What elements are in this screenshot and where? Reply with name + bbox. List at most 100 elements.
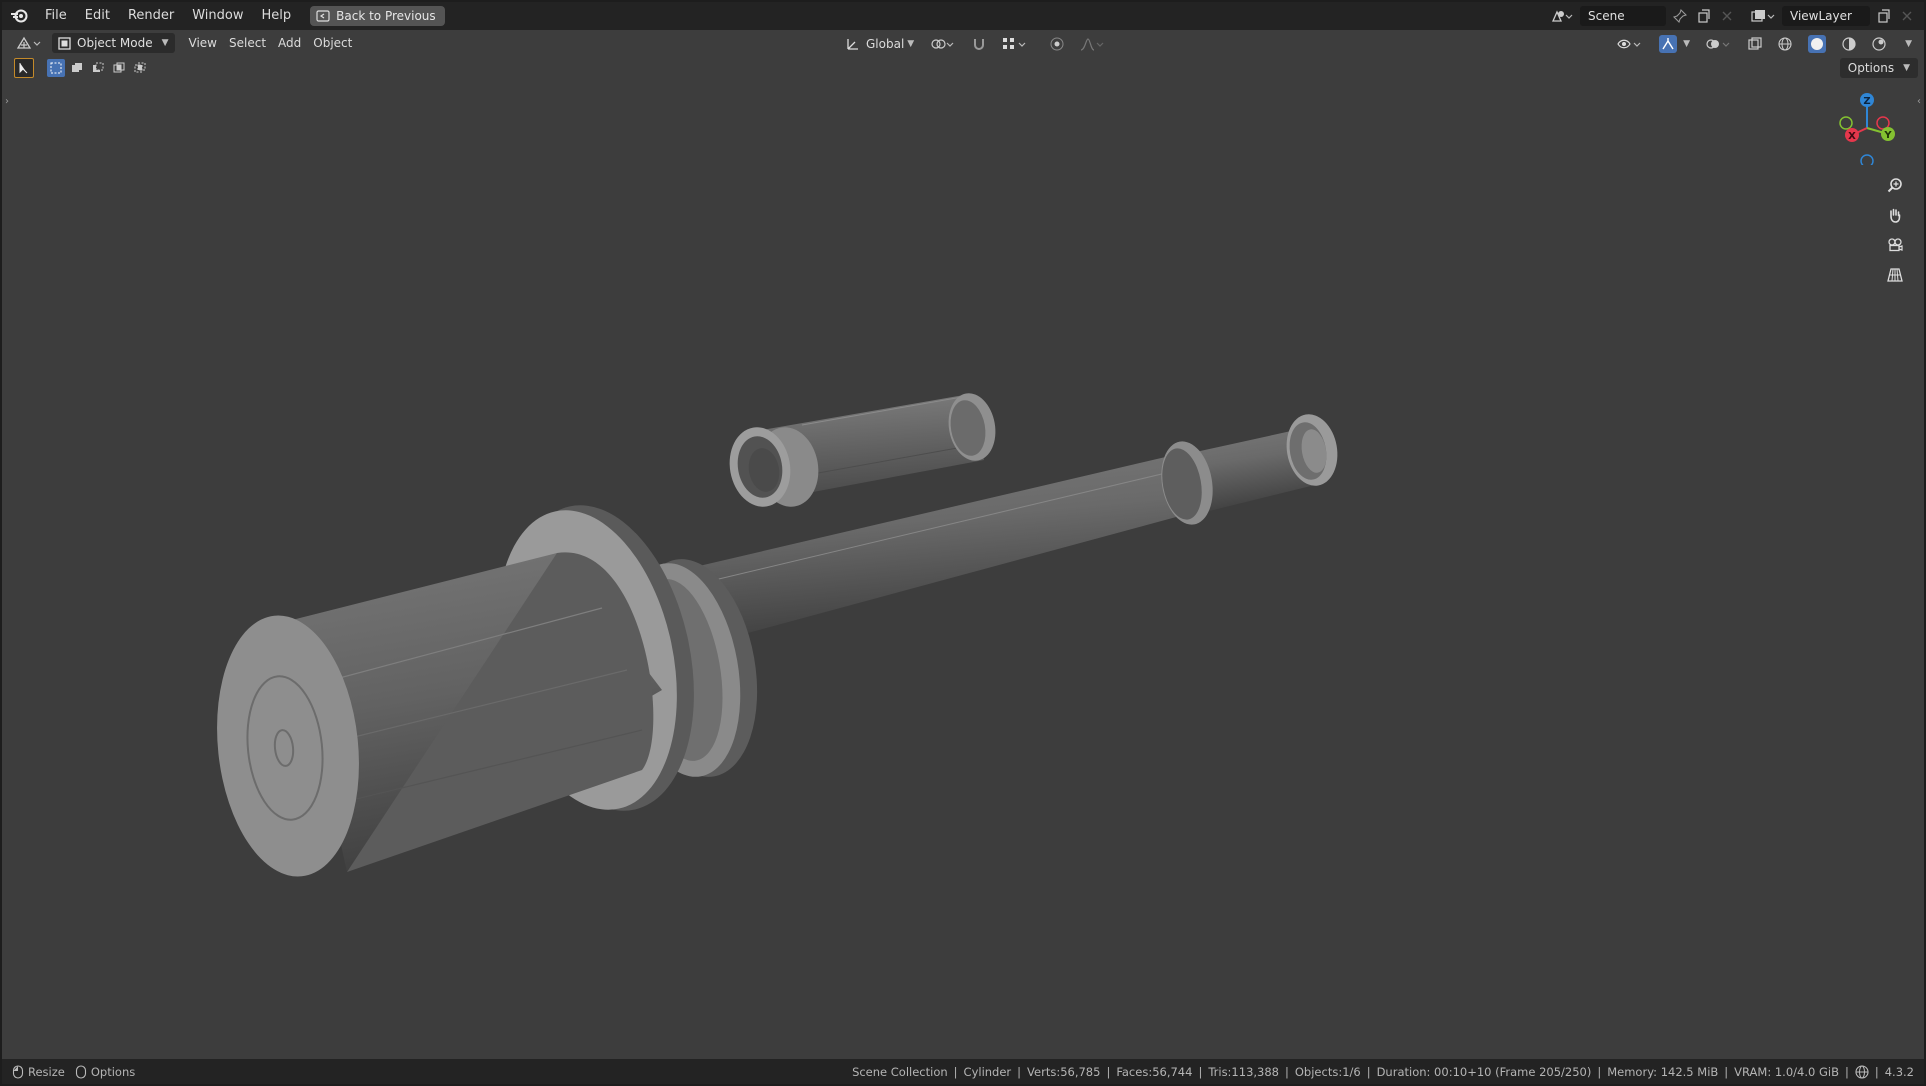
- blender-logo-icon[interactable]: [2, 9, 36, 23]
- pin-scene-icon[interactable]: [1670, 6, 1690, 26]
- 3d-viewport[interactable]: Object Mode ▼ View Select Add Object Glo…: [2, 30, 1924, 1059]
- snap-target-icon[interactable]: [996, 33, 1034, 55]
- pan-hand-icon[interactable]: [1884, 204, 1906, 226]
- chevron-down-icon: ▼: [1683, 39, 1691, 49]
- status-bar: Resize Options Scene Collection | Cylinde…: [2, 1059, 1924, 1084]
- menu-render[interactable]: Render: [119, 2, 183, 30]
- chevron-down-icon: ▼: [161, 38, 169, 48]
- collection-name: Scene Collection: [852, 1064, 948, 1079]
- scene-browse-icon[interactable]: [1548, 6, 1576, 26]
- object-mode-icon: [58, 36, 71, 50]
- objects-count: Objects:1/6: [1294, 1064, 1361, 1079]
- chevron-down-icon: ▼: [1903, 63, 1910, 73]
- scene-statistics: Scene Collection | Cylinder | Verts:56,785…: [852, 1064, 1914, 1079]
- scene-name-field[interactable]: Scene: [1580, 6, 1666, 26]
- options-dropdown[interactable]: Options ▼: [1839, 58, 1918, 78]
- faces-count: Faces:56,744: [1116, 1064, 1193, 1079]
- menu-edit[interactable]: Edit: [76, 2, 119, 30]
- mouse-right-icon: [75, 1064, 87, 1079]
- select-difference-mode-icon[interactable]: [110, 59, 128, 77]
- options-hint-label: Options: [90, 1064, 136, 1079]
- viewlayer-name-value: ViewLayer: [1790, 9, 1852, 23]
- new-viewlayer-icon[interactable]: [1874, 6, 1894, 26]
- chevron-down-icon: ▼: [907, 39, 915, 49]
- xray-toggle-icon[interactable]: [1742, 33, 1768, 55]
- neg-z-axis-handle: [1860, 154, 1874, 165]
- object-mode-dropdown[interactable]: Object Mode ▼: [52, 33, 175, 53]
- navigation-gizmo[interactable]: Z Y X: [1832, 90, 1902, 165]
- tool-settings-row: [14, 58, 149, 78]
- vram-usage: VRAM: 1.0/4.0 GiB: [1734, 1064, 1839, 1079]
- toolbar-expand-icon[interactable]: ›: [5, 96, 9, 107]
- memory-usage: Memory: 142.5 MiB: [1607, 1064, 1719, 1079]
- chevron-down-icon: ▼: [1905, 39, 1912, 49]
- menu-add[interactable]: Add: [272, 32, 307, 54]
- active-object-name: Cylinder: [963, 1064, 1012, 1079]
- status-hints: Resize Options: [2, 1065, 135, 1079]
- gizmo-toggle-icon[interactable]: ▼: [1653, 33, 1696, 55]
- delete-viewlayer-icon[interactable]: [1898, 6, 1916, 26]
- options-label: Options: [1847, 61, 1895, 75]
- scene-viewlayer-controls: Scene ViewLayer: [1548, 6, 1916, 26]
- duration-info: Duration: 00:10+10 (Frame 205/250): [1376, 1064, 1592, 1079]
- scope-tube[interactable]: [724, 390, 1001, 512]
- orientation-icon: [846, 37, 860, 51]
- camera-view-icon[interactable]: [1884, 234, 1906, 256]
- sidebar-expand-icon[interactable]: ‹: [1917, 96, 1921, 107]
- zoom-magnifier-icon[interactable]: [1884, 174, 1906, 196]
- select-extend-mode-icon[interactable]: [68, 59, 86, 77]
- delete-scene-icon[interactable]: [1718, 6, 1736, 26]
- menu-object[interactable]: Object: [307, 32, 358, 54]
- main-body-cylinder[interactable]: [205, 552, 662, 883]
- select-intersect-mode-icon[interactable]: [131, 59, 149, 77]
- viewlayer-name-field[interactable]: ViewLayer: [1782, 6, 1870, 26]
- menu-help[interactable]: Help: [253, 2, 301, 30]
- network-globe-icon[interactable]: [1855, 1064, 1869, 1079]
- back-to-previous-label: Back to Previous: [336, 9, 436, 23]
- x-axis-label: X: [1848, 131, 1856, 142]
- shading-wireframe-icon[interactable]: [1772, 33, 1798, 55]
- tris-count: Tris:113,388: [1208, 1064, 1279, 1079]
- select-new-mode-icon[interactable]: [47, 59, 65, 77]
- pivot-point-icon[interactable]: [924, 33, 962, 55]
- viewport-display-tools: ▼ ▼: [1611, 33, 1918, 55]
- shading-rendered-icon[interactable]: [1866, 33, 1892, 55]
- resize-label: Resize: [28, 1064, 65, 1079]
- shading-material-icon[interactable]: [1836, 33, 1862, 55]
- select-subtract-mode-icon[interactable]: [89, 59, 107, 77]
- proportional-editing-icon[interactable]: [1044, 33, 1070, 55]
- transform-tools: Global ▼: [840, 33, 1112, 55]
- shading-options-icon[interactable]: ▼: [1896, 33, 1918, 55]
- new-scene-icon[interactable]: [1694, 6, 1714, 26]
- z-axis-label: Z: [1863, 96, 1870, 107]
- verts-count: Verts:56,785: [1027, 1064, 1101, 1079]
- top-menu-bar: File Edit Render Window Help Back to Pre…: [2, 2, 1924, 30]
- editor-type-icon[interactable]: [10, 32, 48, 54]
- menu-select[interactable]: Select: [223, 32, 272, 54]
- back-to-previous-button[interactable]: Back to Previous: [310, 6, 445, 26]
- options-hint: Options: [75, 1065, 135, 1079]
- shading-solid-icon[interactable]: [1802, 33, 1832, 55]
- viewlayer-browse-icon[interactable]: [1748, 6, 1778, 26]
- neg-y-axis-handle: [1839, 116, 1853, 130]
- perspective-grid-icon[interactable]: [1884, 264, 1906, 286]
- menu-file[interactable]: File: [36, 2, 76, 30]
- viewport-canvas[interactable]: [2, 30, 1924, 1059]
- resize-hint: Resize: [12, 1065, 65, 1079]
- menu-view[interactable]: View: [183, 32, 223, 54]
- scene-name-value: Scene: [1588, 9, 1625, 23]
- select-tool-icon[interactable]: [14, 58, 34, 78]
- transform-orientation-dropdown[interactable]: Global ▼: [840, 33, 920, 55]
- blender-version: 4.3.2: [1884, 1064, 1914, 1079]
- object-mode-label: Object Mode: [77, 36, 153, 50]
- falloff-curve-icon[interactable]: [1074, 33, 1112, 55]
- mouse-left-icon: [12, 1064, 24, 1079]
- snap-toggle-icon[interactable]: [966, 33, 992, 55]
- object-visibility-icon[interactable]: [1611, 33, 1649, 55]
- overlays-toggle-icon[interactable]: [1700, 33, 1738, 55]
- y-axis-label: Y: [1883, 130, 1892, 141]
- navigation-controls: [1884, 174, 1906, 286]
- screen-back-icon: [316, 10, 330, 22]
- menu-window[interactable]: Window: [183, 2, 252, 30]
- orientation-label: Global: [866, 37, 905, 51]
